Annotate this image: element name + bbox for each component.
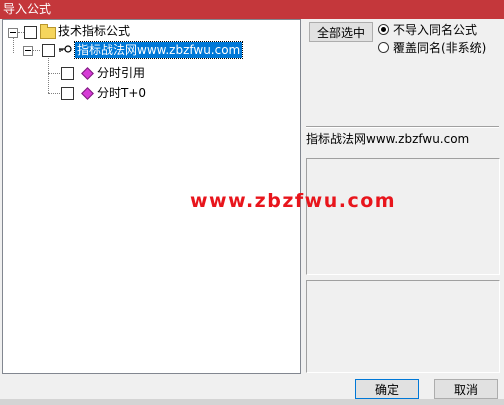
title-bar[interactable]: 导入公式 xyxy=(0,0,504,19)
ok-button[interactable]: 确定 xyxy=(355,379,419,399)
site-info-text: 指标战法网www.zbzfwu.com xyxy=(306,132,470,146)
radio-skip-duplicates[interactable] xyxy=(378,24,389,35)
checkbox-root[interactable] xyxy=(24,26,37,39)
checkbox-leaf-1[interactable] xyxy=(61,67,74,80)
tree-line xyxy=(48,56,49,93)
tree-item-leaf-2-label[interactable]: 分时T+0 xyxy=(97,85,146,101)
radio-overwrite-duplicates-label[interactable]: 覆盖同名(非系统) xyxy=(393,41,486,55)
tree-item-leaf-1-label[interactable]: 分时引用 xyxy=(97,65,145,81)
tree-line xyxy=(32,50,40,51)
notes-panel xyxy=(306,280,500,373)
checkbox-leaf-2[interactable] xyxy=(61,87,74,100)
key-icon xyxy=(59,45,72,53)
tree-item-root-label[interactable]: 技术指标公式 xyxy=(58,23,130,39)
tree-line xyxy=(48,93,60,94)
diamond-icon xyxy=(81,67,94,80)
checkbox-child[interactable] xyxy=(42,44,55,57)
tree-item-child-label[interactable]: 指标战法网www.zbzfwu.com xyxy=(73,41,244,59)
separator xyxy=(306,126,499,128)
description-panel xyxy=(306,158,500,275)
diamond-icon xyxy=(81,87,94,100)
tree-line xyxy=(48,73,60,74)
tree-line xyxy=(13,37,14,53)
radio-skip-duplicates-label[interactable]: 不导入同名公式 xyxy=(393,23,477,37)
folder-icon xyxy=(40,24,56,39)
watermark-text: www.zbzfwu.com xyxy=(190,190,397,212)
collapse-toggle-root[interactable] xyxy=(8,28,18,38)
cancel-button[interactable]: 取消 xyxy=(434,379,498,399)
select-all-button[interactable]: 全部选中 xyxy=(309,22,373,42)
bottom-strip xyxy=(0,399,504,405)
window-title: 导入公式 xyxy=(3,2,52,16)
collapse-toggle-child[interactable] xyxy=(23,46,33,56)
radio-overwrite-duplicates[interactable] xyxy=(378,42,389,53)
